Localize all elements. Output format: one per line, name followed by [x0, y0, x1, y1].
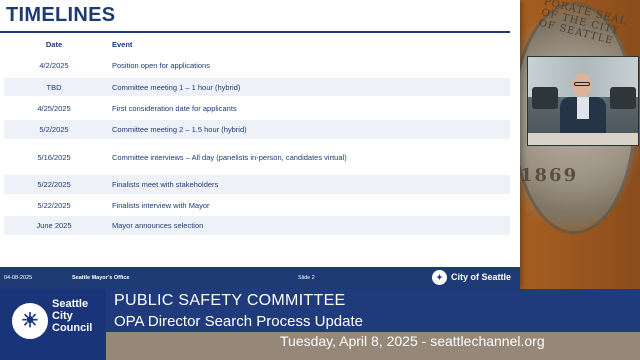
webcam-video-inset — [527, 56, 639, 146]
footer-logo-text: City of Seattle — [451, 272, 512, 282]
table-row: 5/22/2025 Finalists interview with Mayor — [4, 194, 510, 216]
row-date: TBD — [4, 78, 104, 96]
slide-footer: 04-08-2025 Seattle Mayor’s Office Slide … — [0, 267, 520, 289]
table-row: 4/25/2025 First consideration date for a… — [4, 96, 510, 120]
cam-chair — [610, 87, 636, 109]
seal-year: 1869 — [520, 165, 579, 186]
row-event: Finalists meet with stakeholders — [104, 175, 510, 194]
row-event: First consideration date for applicants — [104, 96, 510, 120]
table-row: 5/2/2025 Committee meeting 2 – 1.5 hour … — [4, 120, 510, 139]
table-row: 5/22/2025 Finalists meet with stakeholde… — [4, 175, 510, 194]
program-title: PUBLIC SAFETY COMMITTEE — [114, 292, 346, 309]
city-logo-icon: ✦ — [432, 270, 447, 285]
row-date: 5/16/2025 — [4, 139, 104, 175]
table-row: June 2025 Mayor announces selection — [4, 216, 510, 235]
table-row: 4/2/2025 Position open for applications — [4, 52, 510, 78]
presenter-glasses — [574, 82, 590, 86]
footer-slide-number: Slide 2 — [298, 275, 315, 281]
cam-chair — [532, 87, 558, 109]
row-event: Finalists interview with Mayor — [104, 194, 510, 216]
timeline-table: Date Event 4/2/2025 Position open for ap… — [4, 37, 510, 235]
title-divider — [0, 31, 510, 33]
row-date: 4/25/2025 — [4, 96, 104, 120]
table-row: TBD Committee meeting 1 – 1 hour (hybrid… — [4, 78, 510, 96]
row-event: Mayor announces selection — [104, 216, 510, 235]
broadcast-date: Tuesday, April 8, 2025 - seattlechannel.… — [280, 333, 545, 349]
program-subtitle: OPA Director Search Process Update — [114, 313, 363, 330]
column-header-date: Date — [45, 40, 63, 49]
footer-date: 04-08-2025 — [4, 275, 33, 281]
footer-office: Seattle Mayor’s Office — [72, 275, 130, 281]
row-date: 5/22/2025 — [4, 194, 104, 216]
cam-desk — [528, 133, 638, 145]
council-name: Seattle City Council — [52, 298, 93, 334]
row-event: Committee meeting 1 – 1 hour (hybrid) — [104, 78, 510, 96]
presentation-slide: TIMELINES Date Event 4/2/2025 Position o… — [0, 0, 520, 289]
row-event: Committee meeting 2 – 1.5 hour (hybrid) — [104, 120, 510, 139]
row-date: June 2025 — [4, 216, 104, 235]
council-logo-icon: ☀ — [12, 303, 48, 339]
row-event: Position open for applications — [104, 52, 510, 78]
column-header-event: Event — [112, 40, 133, 49]
row-date: 4/2/2025 — [4, 52, 104, 78]
slide-title: TIMELINES — [6, 4, 116, 26]
table-row: 5/16/2025 Committee interviews – All day… — [4, 139, 510, 175]
row-date: 5/22/2025 — [4, 175, 104, 194]
table-header-row: Date Event — [4, 37, 510, 52]
row-event: Committee interviews – All day (panelist… — [104, 139, 510, 175]
row-date: 5/2/2025 — [4, 120, 104, 139]
presenter-shirt — [577, 97, 589, 119]
